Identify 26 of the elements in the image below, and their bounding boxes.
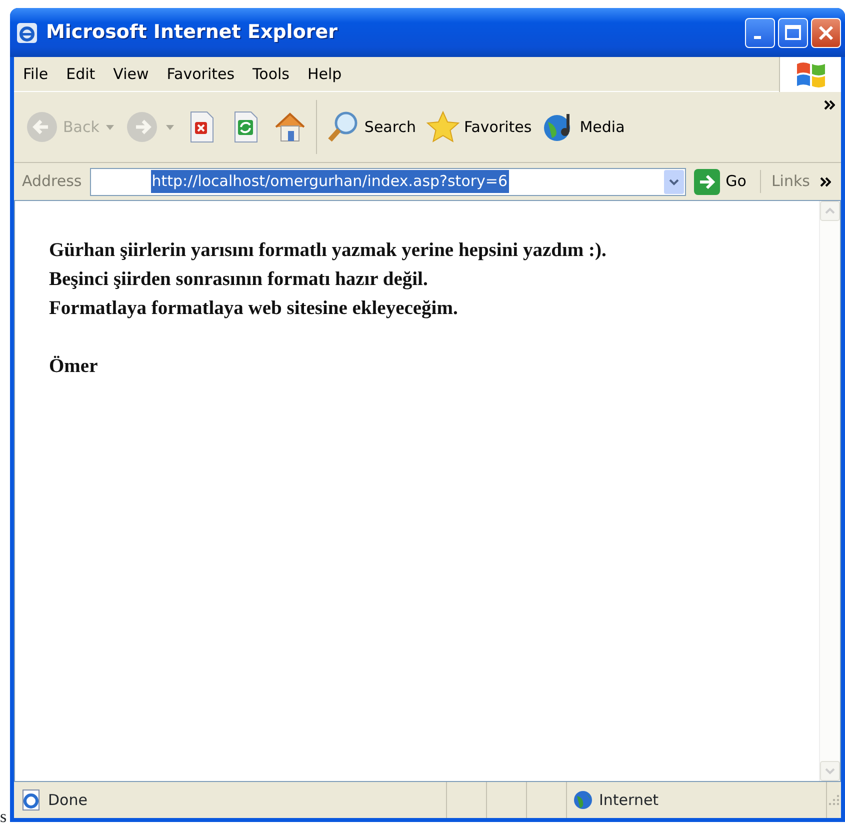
window-title: Microsoft Internet Explorer bbox=[46, 20, 338, 46]
status-text: Done bbox=[48, 790, 88, 811]
browser-logo-icon bbox=[16, 22, 38, 44]
menu-item[interactable]: File bbox=[14, 62, 58, 86]
favorites-button[interactable]: Favorites bbox=[420, 107, 537, 147]
menu-item[interactable]: View bbox=[104, 62, 158, 86]
page-paragraph: Gürhan şiirlerin yarısını formatlı yazmak yerine hepsini yazdım :). Beşinci şiirden sonrasının formatı hazır değil. Formatlaya formatlaya web sitesine ekleyeceğim. bbox=[49, 239, 608, 321]
menu-item[interactable]: Tools bbox=[244, 62, 298, 86]
background-text: s bbox=[0, 808, 7, 825]
star-icon bbox=[426, 110, 460, 144]
menu-item[interactable]: Favorites bbox=[158, 62, 244, 86]
address-field[interactable]: http://localhost/omergurhan/index.asp?story=6 bbox=[90, 168, 686, 196]
links-overflow-icon[interactable] bbox=[820, 176, 831, 186]
toolbar-overflow-icon[interactable] bbox=[824, 100, 835, 110]
globe-icon bbox=[573, 790, 593, 810]
house-icon bbox=[273, 110, 308, 144]
search-button[interactable]: Search bbox=[321, 107, 421, 147]
zone-text: Internet bbox=[599, 790, 659, 811]
go-button[interactable]: Go bbox=[686, 168, 760, 194]
menu-item[interactable]: Help bbox=[298, 62, 351, 86]
menu-item[interactable]: Edit bbox=[57, 62, 104, 86]
page-paragraph: Ömer bbox=[49, 354, 99, 379]
address-label: Address bbox=[21, 171, 83, 192]
page-icon bbox=[20, 789, 42, 811]
media-button[interactable]: Media bbox=[536, 107, 630, 147]
resize-grip-icon bbox=[827, 793, 841, 807]
